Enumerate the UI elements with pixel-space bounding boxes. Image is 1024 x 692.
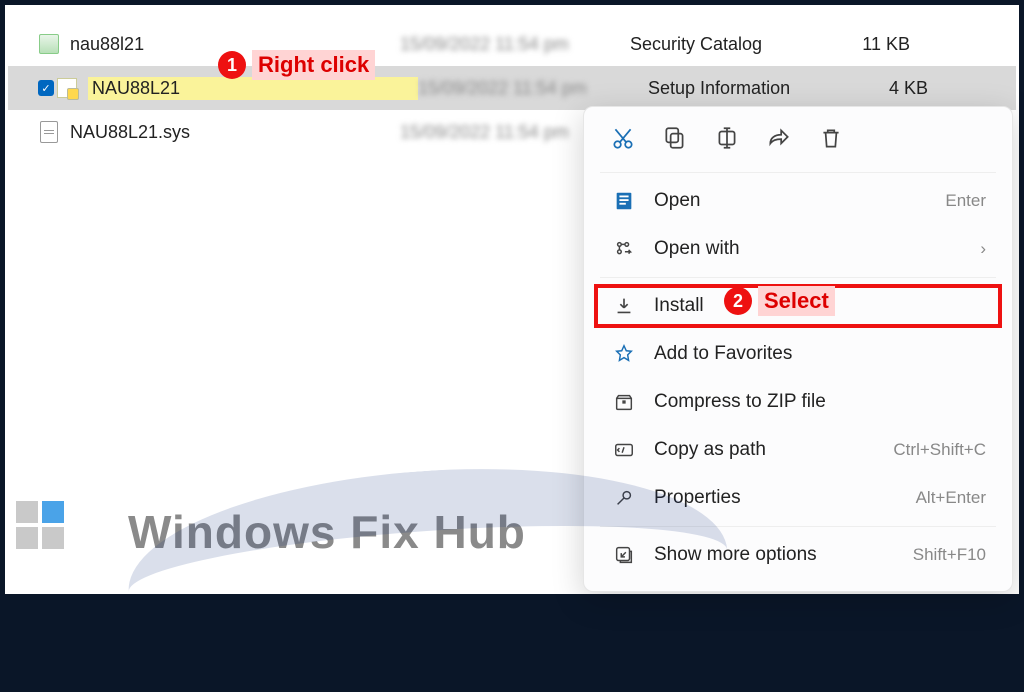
copy-icon[interactable] xyxy=(662,125,688,156)
checkbox-icon[interactable]: ✓ xyxy=(38,80,54,96)
annotation-text: Right click xyxy=(252,50,375,80)
context-menu: Open Enter Open with › Install Add to Fa… xyxy=(583,106,1013,592)
menu-open-with[interactable]: Open with › xyxy=(584,225,1012,273)
star-icon xyxy=(610,343,638,365)
path-icon xyxy=(610,439,638,461)
zip-icon xyxy=(610,391,638,413)
menu-open[interactable]: Open Enter xyxy=(584,177,1012,225)
menu-show-more[interactable]: Show more options Shift+F10 xyxy=(584,531,1012,579)
annotation-step-2: 2 Select xyxy=(724,286,835,316)
menu-label: Open with xyxy=(654,238,980,260)
properties-icon xyxy=(610,487,638,509)
file-name: NAU88L21.sys xyxy=(70,122,400,143)
menu-shortcut: Enter xyxy=(945,191,986,211)
cut-icon[interactable] xyxy=(610,125,636,156)
inf-file-icon xyxy=(56,77,78,99)
menu-label: Add to Favorites xyxy=(654,343,986,365)
menu-properties[interactable]: Properties Alt+Enter xyxy=(584,474,1012,522)
catalog-file-icon xyxy=(38,33,60,55)
menu-label: Copy as path xyxy=(654,439,893,461)
chevron-right-icon: › xyxy=(980,239,986,259)
file-size: 4 KB xyxy=(858,78,938,99)
file-type: Security Catalog xyxy=(630,34,840,55)
annotation-badge: 1 xyxy=(218,51,246,79)
menu-shortcut: Alt+Enter xyxy=(916,488,986,508)
sys-file-icon xyxy=(38,121,60,143)
open-icon xyxy=(610,190,638,212)
menu-label: Properties xyxy=(654,487,916,509)
menu-compress[interactable]: Compress to ZIP file xyxy=(584,378,1012,426)
file-date: 15/09/2022 11:54 pm xyxy=(400,34,630,55)
annotation-badge: 2 xyxy=(724,287,752,315)
menu-label: Open xyxy=(654,190,945,212)
more-icon xyxy=(610,544,638,566)
menu-shortcut: Ctrl+Shift+C xyxy=(893,440,986,460)
delete-icon[interactable] xyxy=(818,125,844,156)
file-explorer: nau88l21 15/09/2022 11:54 pm Security Ca… xyxy=(8,8,1016,591)
share-icon[interactable] xyxy=(766,125,792,156)
context-menu-quick-actions xyxy=(584,117,1012,168)
watermark-logo-icon xyxy=(16,501,64,549)
open-with-icon xyxy=(610,238,638,260)
watermark-text: Windows Fix Hub xyxy=(128,505,526,559)
annotation-text: Select xyxy=(758,286,835,316)
file-date: 15/09/2022 11:54 pm xyxy=(418,78,648,99)
file-type: Setup Information xyxy=(648,78,858,99)
menu-label: Compress to ZIP file xyxy=(654,391,986,413)
menu-favorites[interactable]: Add to Favorites xyxy=(584,330,1012,378)
file-size: 11 KB xyxy=(840,34,920,55)
annotation-step-1: 1 Right click xyxy=(218,50,375,80)
menu-shortcut: Shift+F10 xyxy=(913,545,986,565)
install-icon xyxy=(610,295,638,317)
rename-icon[interactable] xyxy=(714,125,740,156)
menu-separator xyxy=(600,172,996,173)
file-row-selected[interactable]: ✓ NAU88L21 15/09/2022 11:54 pm Setup Inf… xyxy=(8,66,1016,110)
menu-separator xyxy=(600,526,996,527)
menu-label: Show more options xyxy=(654,544,913,566)
menu-separator xyxy=(600,277,996,278)
file-row[interactable]: nau88l21 15/09/2022 11:54 pm Security Ca… xyxy=(8,22,1016,66)
menu-copy-path[interactable]: Copy as path Ctrl+Shift+C xyxy=(584,426,1012,474)
window-frame: nau88l21 15/09/2022 11:54 pm Security Ca… xyxy=(2,2,1022,597)
